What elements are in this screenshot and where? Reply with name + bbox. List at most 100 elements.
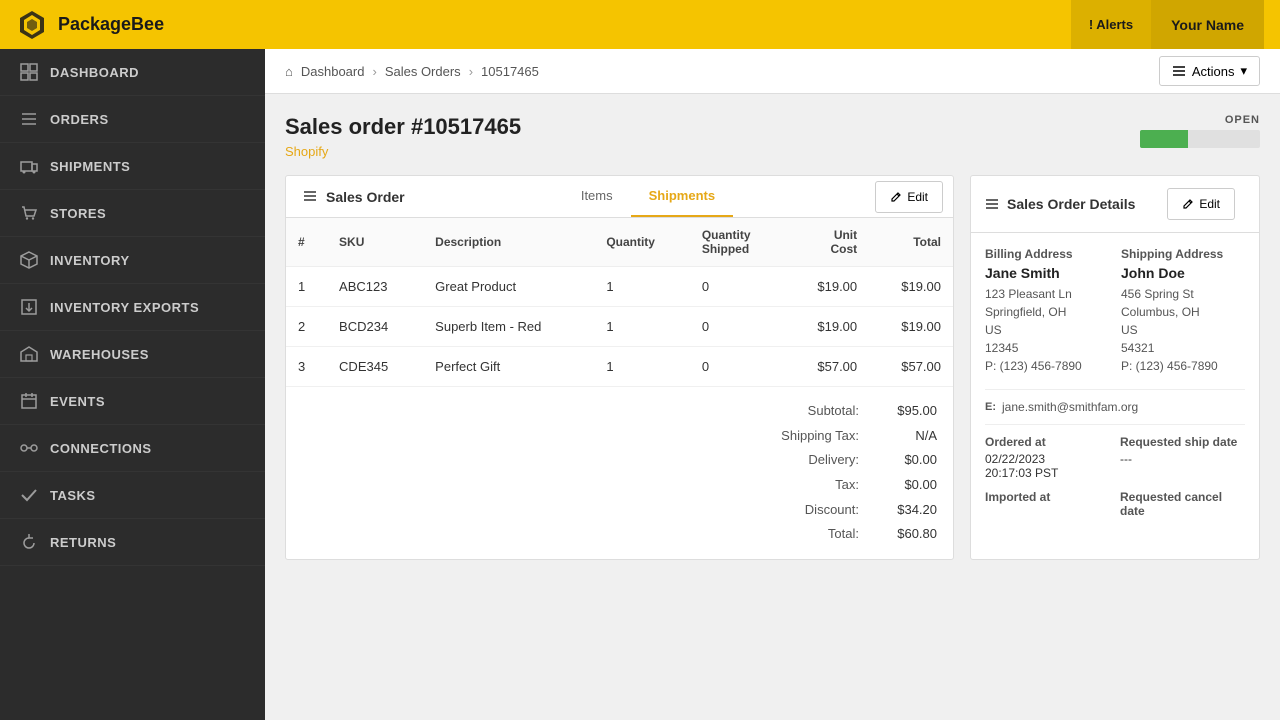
imported-at-label: Imported at — [985, 490, 1110, 504]
col-unit-cost: UnitCost — [785, 218, 869, 267]
details-title-area: Sales Order Details — [985, 196, 1135, 212]
sales-order-panel: Sales Order Items Shipments Edit — [285, 175, 954, 560]
col-description: Description — [423, 218, 594, 267]
sidebar-label-returns: RETURNS — [50, 535, 116, 550]
box-icon — [20, 251, 38, 269]
sidebar-item-inventory-exports[interactable]: INVENTORY EXPORTS — [0, 284, 265, 331]
details-body: Billing Address Jane Smith 123 Pleasant … — [971, 233, 1259, 535]
totals-delivery: Delivery: $0.00 — [302, 448, 937, 473]
sidebar-item-stores[interactable]: STORES — [0, 190, 265, 237]
cell-num: 1 — [286, 267, 327, 307]
calendar-icon — [20, 392, 38, 410]
main-content: ⌂ Dashboard › Sales Orders › 10517465 Ac… — [265, 49, 1280, 720]
requested-ship-value: --- — [1120, 452, 1245, 466]
billing-address2: Springfield, OH — [985, 303, 1109, 321]
cell-sku: CDE345 — [327, 347, 423, 387]
totals-total: Total: $60.80 — [302, 522, 937, 547]
totals-subtotal: Subtotal: $95.00 — [302, 399, 937, 424]
billing-zip: 12345 — [985, 339, 1109, 357]
requested-ship-label: Requested ship date — [1120, 435, 1245, 449]
home-icon: ⌂ — [285, 64, 293, 79]
check-icon — [20, 486, 38, 504]
billing-column: Billing Address Jane Smith 123 Pleasant … — [985, 247, 1109, 375]
order-totals: Subtotal: $95.00 Shipping Tax: N/A Deliv… — [286, 387, 953, 559]
user-menu-button[interactable]: Your Name — [1151, 0, 1264, 49]
email-value: jane.smith@smithfam.org — [1002, 400, 1138, 414]
requested-cancel-label: Requested cancel date — [1120, 490, 1245, 518]
sidebar-item-shipments[interactable]: SHIPMENTS — [0, 143, 265, 190]
breadcrumb-bar: ⌂ Dashboard › Sales Orders › 10517465 Ac… — [265, 49, 1280, 94]
tab-items[interactable]: Items — [563, 176, 631, 217]
page-subtitle: Shopify — [285, 144, 521, 159]
content-panels: Sales Order Items Shipments Edit — [265, 159, 1280, 576]
actions-button[interactable]: Actions ▾ — [1159, 56, 1260, 86]
panel-tabs: Items Shipments — [563, 176, 733, 217]
cell-qty-shipped: 0 — [690, 307, 786, 347]
sidebar-item-orders[interactable]: ORDERS — [0, 96, 265, 143]
cell-description: Superb Item - Red — [423, 307, 594, 347]
cart-icon — [20, 204, 38, 222]
progress-bar-fill — [1140, 130, 1188, 148]
cell-quantity: 1 — [594, 347, 690, 387]
body-layout: DASHBOARD ORDERS SHIPMENTS STORES INVENT… — [0, 49, 1280, 720]
breadcrumb-current: 10517465 — [481, 64, 539, 79]
billing-header: Billing Address — [985, 247, 1109, 261]
sidebar-item-events[interactable]: EVENTS — [0, 378, 265, 425]
truck-icon — [20, 157, 38, 175]
details-edit-button[interactable]: Edit — [1167, 188, 1235, 220]
breadcrumb-sep-2: › — [469, 64, 473, 79]
meta-grid: Ordered at 02/22/2023 20:17:03 PST Reque… — [985, 435, 1245, 521]
sidebar-item-connections[interactable]: CONNECTIONS — [0, 425, 265, 472]
alerts-label: ! Alerts — [1089, 17, 1133, 32]
sidebar-item-warehouses[interactable]: WAREHOUSES — [0, 331, 265, 378]
sidebar-item-tasks[interactable]: TASKS — [0, 472, 265, 519]
sidebar-label-stores: STORES — [50, 206, 106, 221]
sales-order-edit-button[interactable]: Edit — [875, 181, 943, 213]
breadcrumb-dashboard[interactable]: Dashboard — [301, 64, 365, 79]
panel-header: Sales Order Items Shipments Edit — [286, 176, 953, 218]
sidebar-item-returns[interactable]: RETURNS — [0, 519, 265, 566]
cell-quantity: 1 — [594, 307, 690, 347]
sidebar-item-inventory[interactable]: INVENTORY — [0, 237, 265, 284]
cell-unit-cost: $19.00 — [785, 307, 869, 347]
table-row: 3 CDE345 Perfect Gift 1 0 $57.00 $57.00 — [286, 347, 953, 387]
top-nav-right: ! Alerts Your Name — [1071, 0, 1264, 49]
alerts-button[interactable]: ! Alerts — [1071, 0, 1151, 49]
col-num: # — [286, 218, 327, 267]
app-logo[interactable]: PackageBee — [16, 9, 164, 41]
page-title-area: Sales order #10517465 Shopify — [285, 114, 521, 159]
details-edit-label: Edit — [1199, 197, 1220, 211]
sales-order-icon — [302, 189, 318, 205]
list-icon — [20, 110, 38, 128]
shipping-column: Shipping Address John Doe 456 Spring St … — [1121, 247, 1245, 375]
cell-total: $19.00 — [869, 307, 953, 347]
shipping-address2: Columbus, OH — [1121, 303, 1245, 321]
col-total: Total — [869, 218, 953, 267]
imported-at-block: Imported at — [985, 490, 1110, 521]
actions-label: Actions — [1192, 64, 1235, 79]
sidebar-item-dashboard[interactable]: DASHBOARD — [0, 49, 265, 96]
edit-icon — [890, 191, 902, 203]
billing-name: Jane Smith — [985, 265, 1109, 281]
sidebar-label-orders: ORDERS — [50, 112, 109, 127]
details-panel-title: Sales Order Details — [1007, 196, 1135, 212]
sidebar-label-connections: CONNECTIONS — [50, 441, 152, 456]
tab-shipments[interactable]: Shipments — [631, 176, 733, 217]
panel-title-area: Sales Order — [286, 177, 421, 217]
cell-unit-cost: $19.00 — [785, 267, 869, 307]
cell-qty-shipped: 0 — [690, 347, 786, 387]
cell-quantity: 1 — [594, 267, 690, 307]
export-icon — [20, 298, 38, 316]
sidebar-label-tasks: TASKS — [50, 488, 96, 503]
breadcrumb-sales-orders[interactable]: Sales Orders — [385, 64, 461, 79]
edit-label: Edit — [907, 190, 928, 204]
detail-divider-2 — [985, 424, 1245, 425]
actions-icon — [1172, 64, 1186, 78]
ordered-at-date: 02/22/2023 — [985, 452, 1110, 466]
billing-address1: 123 Pleasant Ln — [985, 285, 1109, 303]
shipping-country: US — [1121, 321, 1245, 339]
page-header: Sales order #10517465 Shopify OPEN — [265, 94, 1280, 159]
order-table: # SKU Description Quantity QuantityShipp… — [286, 218, 953, 387]
sidebar: DASHBOARD ORDERS SHIPMENTS STORES INVENT… — [0, 49, 265, 720]
top-navigation: PackageBee ! Alerts Your Name — [0, 0, 1280, 49]
